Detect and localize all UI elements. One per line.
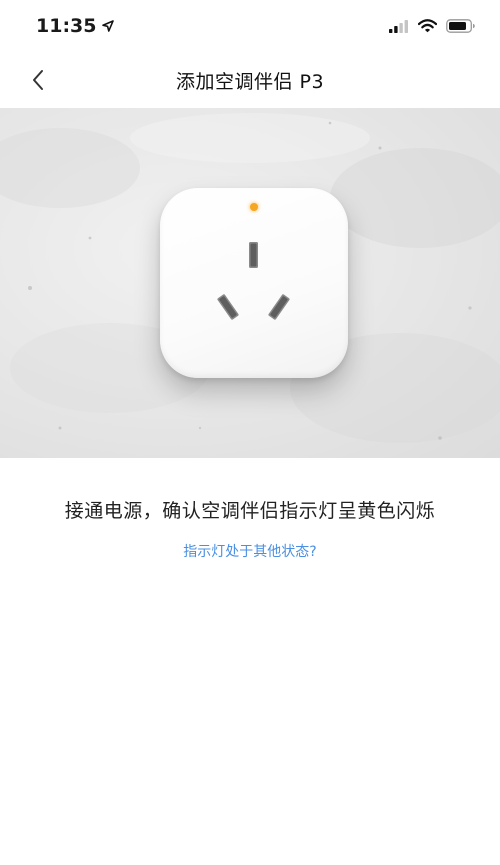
status-icons [389,19,476,33]
status-bar: 11:35 [0,0,500,52]
setup-instruction: 接通电源，确认空调伴侣指示灯呈黄色闪烁 [64,500,436,522]
battery-icon [446,19,475,33]
cellular-signal-icon [389,19,408,33]
device-illustration [0,108,500,458]
location-arrow-icon [102,20,115,32]
wifi-icon [418,19,437,33]
nav-bar: 添加空调伴侣 P3 [0,52,500,108]
smart-plug-device [160,188,348,378]
status-time: 11:35 [36,15,97,37]
chevron-left-icon [33,70,43,90]
status-time-group: 11:35 [36,15,115,37]
page-title: 添加空调伴侣 P3 [175,70,325,93]
back-button[interactable] [18,60,58,100]
socket-holes [217,242,290,320]
indicator-other-state-link[interactable]: 指示灯处于其他状态? [0,541,500,561]
